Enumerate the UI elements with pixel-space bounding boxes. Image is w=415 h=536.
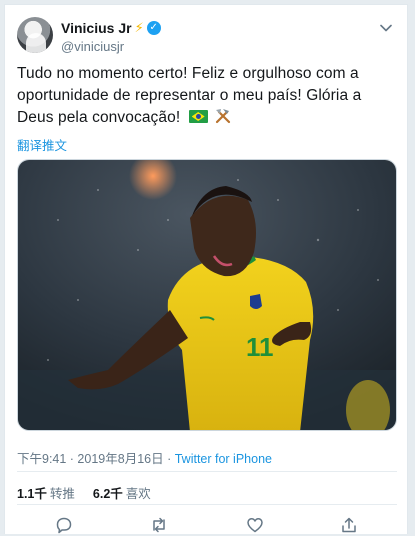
time-text[interactable]: 下午9:41 · 2019年8月16日 [17,452,164,466]
user-handle[interactable]: @viniciusjr [61,39,161,54]
tweet-source-link[interactable]: Twitter for iPhone [175,452,272,466]
tweet-timestamp[interactable]: 下午9:41 · 2019年8月16日 · Twitter for iPhone [17,448,272,467]
verified-badge-icon: ✓ [146,21,161,35]
retweets-label: 转推 [49,487,75,501]
like-icon[interactable] [246,516,264,534]
likes-label: 喜欢 [125,487,151,501]
tweet-header: Vinicius Jr ⚡ ✓ @viniciusjr [17,15,397,59]
translate-tweet-link[interactable]: 翻译推文 [17,135,67,154]
tweet-stats: 1.1千 转推 6.2千 喜欢 [17,483,169,502]
retweet-icon[interactable] [150,516,168,534]
display-name[interactable]: Vinicius Jr [61,20,132,36]
tweet-card: Vinicius Jr ⚡ ✓ @viniciusjr Tudo no mome… [4,4,408,534]
reply-icon[interactable] [55,516,73,534]
hammer-and-pick-icon [215,109,231,124]
player-photo-image: 11 [18,160,396,430]
separator: · [163,452,175,466]
author-block[interactable]: Vinicius Jr ⚡ ✓ @viniciusjr [61,19,161,54]
tweet-actions [5,516,407,536]
retweets-stat[interactable]: 1.1千 转推 [17,483,75,502]
lightning-bolt-icon: ⚡ [134,20,144,35]
tweet-photo[interactable]: 11 [17,159,397,431]
retweets-count: 1.1千 [17,487,47,501]
chevron-down-icon[interactable] [379,21,393,35]
share-icon[interactable] [340,516,358,534]
brazil-flag-icon [188,110,208,123]
likes-count: 6.2千 [92,487,123,501]
svg-text:11: 11 [246,332,274,362]
divider [17,471,397,472]
divider [17,504,397,505]
likes-stat[interactable]: 6.2千 喜欢 [93,483,151,502]
tweet-text: Tudo no momento certo! Feliz e orgulhoso… [17,63,402,129]
avatar[interactable] [17,17,53,53]
